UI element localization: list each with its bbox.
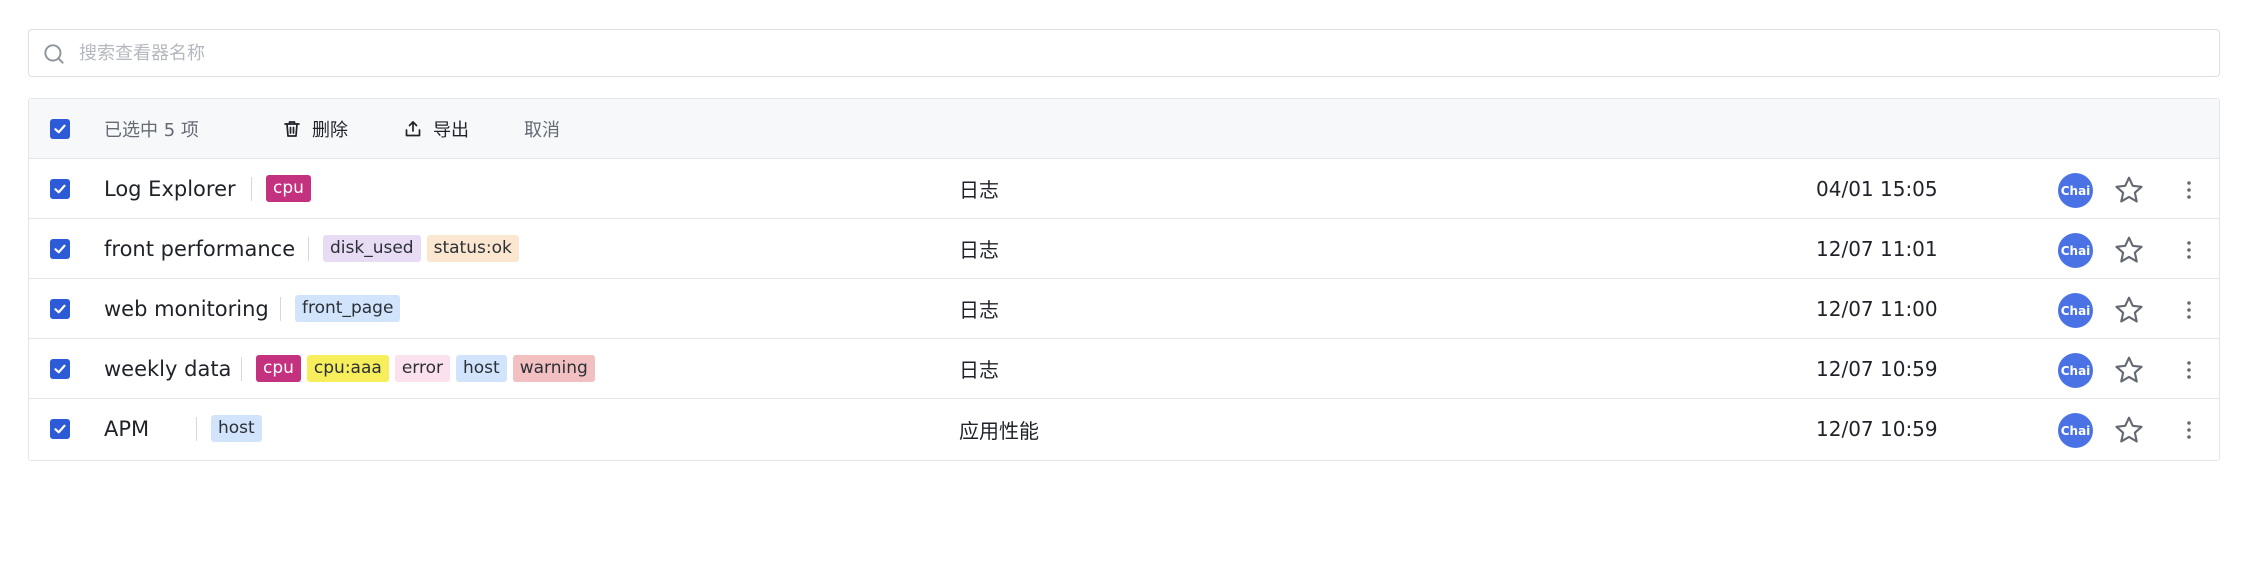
viewer-table: 已选中 5 项 删除 导出 取消 Log Explorer cpu 日志 04/… — [28, 98, 2220, 461]
star-icon[interactable] — [2113, 174, 2145, 206]
tag[interactable]: warning — [512, 355, 595, 382]
tag[interactable]: host — [211, 415, 262, 442]
viewer-name[interactable]: weekly data — [104, 357, 231, 381]
tag-list: disk_used status:ok — [323, 235, 519, 262]
viewer-name[interactable]: web monitoring — [104, 297, 269, 321]
more-vertical-icon[interactable] — [2179, 239, 2199, 261]
tag[interactable]: front_page — [295, 295, 401, 322]
delete-label: 删除 — [312, 119, 348, 141]
trash-icon — [284, 120, 300, 137]
updated-time: 04/01 15:05 — [1816, 176, 1938, 201]
tag[interactable]: disk_used — [323, 235, 421, 262]
table-row[interactable]: weekly data cpu cpu:aaa error host warning 日… — [29, 339, 2219, 399]
table-row[interactable]: front performance disk_used status:ok 日志 … — [29, 219, 2219, 279]
row-checkbox[interactable] — [50, 359, 70, 379]
check-icon — [54, 244, 66, 254]
name-divider — [251, 177, 252, 201]
viewer-type: 应用性能 — [959, 418, 1039, 443]
tag-list: cpu cpu:aaa error host warning — [256, 355, 595, 382]
search-input[interactable] — [79, 30, 2219, 76]
row-checkbox[interactable] — [50, 239, 70, 259]
viewer-name[interactable]: APM — [104, 417, 149, 441]
avatar: Chai — [2058, 353, 2093, 388]
tag[interactable]: error — [394, 355, 450, 382]
export-label: 导出 — [433, 119, 469, 141]
table-row[interactable]: Log Explorer cpu 日志 04/01 15:05 Chai — [29, 159, 2219, 219]
avatar: Chai — [2058, 173, 2093, 208]
viewer-name[interactable]: front performance — [104, 237, 295, 261]
more-vertical-icon[interactable] — [2179, 419, 2199, 441]
tag[interactable]: status:ok — [426, 235, 519, 262]
search-box[interactable] — [28, 29, 2220, 77]
updated-time: 12/07 11:00 — [1816, 296, 1938, 321]
updated-time: 12/07 10:59 — [1816, 356, 1938, 381]
tag-list: front_page — [295, 295, 401, 322]
name-divider — [280, 297, 281, 321]
updated-time: 12/07 11:01 — [1816, 236, 1938, 261]
table-row[interactable]: web monitoring front_page 日志 12/07 11:00… — [29, 279, 2219, 339]
check-icon — [54, 124, 66, 134]
viewer-type: 日志 — [959, 238, 999, 262]
cancel-button[interactable]: 取消 — [524, 116, 560, 142]
export-button[interactable]: 导出 — [403, 116, 469, 142]
more-vertical-icon[interactable] — [2179, 299, 2199, 321]
viewer-name[interactable]: Log Explorer — [104, 177, 236, 201]
more-vertical-icon[interactable] — [2179, 359, 2199, 381]
avatar: Chai — [2058, 293, 2093, 328]
tag[interactable]: host — [455, 355, 507, 382]
delete-button[interactable]: 删除 — [282, 116, 348, 142]
check-icon — [54, 424, 66, 434]
row-checkbox[interactable] — [50, 299, 70, 319]
name-divider — [308, 237, 309, 261]
tag[interactable]: cpu:aaa — [306, 355, 389, 382]
table-body: Log Explorer cpu 日志 04/01 15:05 Chai fro… — [29, 159, 2219, 459]
row-checkbox[interactable] — [50, 419, 70, 439]
name-divider — [196, 417, 197, 441]
search-icon — [44, 44, 64, 64]
check-icon — [54, 364, 66, 374]
export-icon — [405, 120, 421, 136]
viewer-type: 日志 — [959, 178, 999, 202]
viewer-type: 日志 — [959, 358, 999, 382]
selected-count: 已选中 5 项 — [104, 119, 199, 141]
tag-list: cpu — [266, 175, 311, 202]
avatar: Chai — [2058, 413, 2093, 448]
viewer-type: 日志 — [959, 298, 999, 322]
avatar: Chai — [2058, 233, 2093, 268]
row-checkbox[interactable] — [50, 179, 70, 199]
table-row[interactable]: APM host 应用性能 12/07 10:59 Chai — [29, 399, 2219, 459]
star-icon[interactable] — [2113, 294, 2145, 326]
batch-toolbar: 已选中 5 项 删除 导出 取消 — [29, 99, 2219, 159]
name-divider — [241, 357, 242, 381]
tag[interactable]: cpu — [256, 355, 301, 382]
tag-list: host — [211, 415, 262, 442]
star-icon[interactable] — [2113, 414, 2145, 446]
check-icon — [54, 184, 66, 194]
updated-time: 12/07 10:59 — [1816, 417, 1938, 441]
more-vertical-icon[interactable] — [2179, 179, 2199, 201]
star-icon[interactable] — [2113, 354, 2145, 386]
tag[interactable]: cpu — [266, 175, 311, 202]
star-icon[interactable] — [2113, 234, 2145, 266]
select-all-checkbox[interactable] — [50, 119, 70, 139]
check-icon — [54, 304, 66, 314]
